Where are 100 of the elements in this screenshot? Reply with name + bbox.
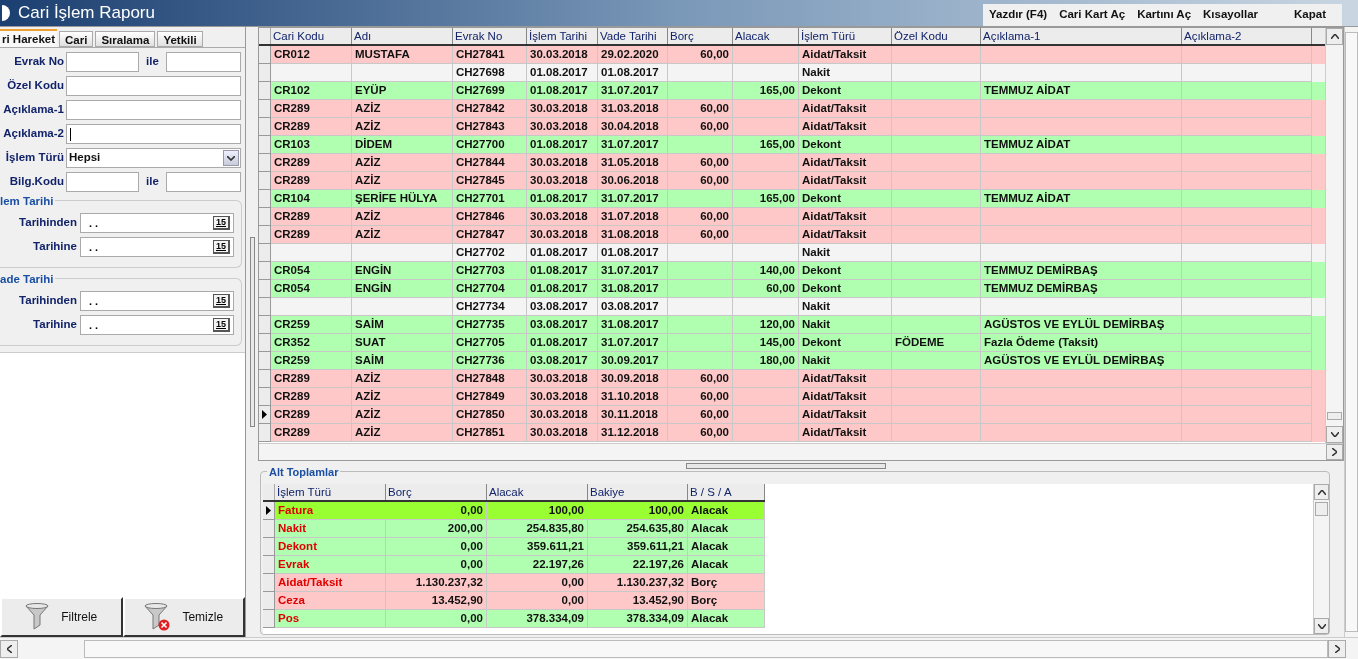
table-row[interactable]: CR104 ŞERİFE HÜLYA CH27701 01.08.2017 31.07.2017 165,00 Dekont TEMMUZ AİDAT bbox=[259, 190, 1325, 208]
table-row[interactable]: CR259 SAİM CH27735 03.08.2017 31.08.2017 120,00 Nakit AGÜSTOS VE EYLÜL DEMİRBAŞ bbox=[259, 316, 1325, 334]
calendar-button[interactable]: 15 bbox=[213, 318, 230, 332]
table-cell: 30.06.2018 bbox=[601, 174, 659, 186]
date-field[interactable]: . . 15 bbox=[80, 213, 234, 233]
table-cell: 22.197,26 bbox=[632, 558, 684, 570]
column-header[interactable]: Alacak bbox=[733, 28, 799, 44]
date-field[interactable]: . . 15 bbox=[80, 237, 234, 257]
table-cell: Dekont bbox=[278, 540, 317, 552]
table-row[interactable]: CR102 EYÜP CH27699 01.08.2017 31.07.2017 165,00 Dekont TEMMUZ AİDAT bbox=[259, 82, 1325, 100]
scroll-right-button[interactable] bbox=[1326, 444, 1343, 460]
column-header[interactable]: Cari Kodu bbox=[271, 28, 352, 44]
scroll-up-button[interactable] bbox=[1314, 484, 1329, 500]
input-field[interactable] bbox=[66, 52, 139, 72]
calendar-button[interactable]: 15 bbox=[213, 216, 230, 230]
date-field[interactable]: . . 15 bbox=[80, 315, 234, 335]
table-row[interactable]: CR054 ENGİN CH27704 01.08.2017 31.08.2017 60,00 Dekont TEMMUZ DEMİRBAŞ bbox=[259, 280, 1325, 298]
dropdown[interactable]: Hepsi bbox=[66, 148, 241, 168]
tab[interactable]: Sıralama bbox=[95, 31, 156, 47]
input-field[interactable] bbox=[66, 100, 241, 120]
column-header[interactable]: Açıklama-1 bbox=[981, 28, 1182, 44]
table-cell: CR103 bbox=[274, 138, 310, 150]
scroll-down-button[interactable] bbox=[1314, 618, 1329, 634]
menu-item[interactable]: Yazdır (F4) bbox=[982, 5, 1054, 24]
table-row[interactable]: CR289 AZİZ CH27844 30.03.2018 31.05.2018 60,00 Aidat/Taksit bbox=[259, 154, 1325, 172]
scroll-thumb[interactable] bbox=[84, 639, 1328, 658]
column-header[interactable]: İşlem Türü bbox=[275, 484, 386, 500]
table-row[interactable]: CR289 AZİZ CH27845 30.03.2018 30.06.2018 60,00 Aidat/Taksit bbox=[259, 172, 1325, 190]
table-row[interactable]: Aidat/Taksit 1.130.237,32 0,00 1.130.237,32 Borç bbox=[263, 574, 765, 592]
column-header[interactable]: Özel Kodu bbox=[892, 28, 981, 44]
table-row[interactable]: CR352 SUAT CH27705 01.08.2017 31.07.2017 145,00 Dekont FÖDEME Fazla Ödeme (Taksit) bbox=[259, 334, 1325, 352]
input-field[interactable] bbox=[166, 172, 241, 192]
column-header[interactable]: Adı bbox=[352, 28, 453, 44]
menu-item[interactable]: Kartını Aç bbox=[1131, 5, 1198, 24]
column-header[interactable]: İşlem Türü bbox=[799, 28, 892, 44]
table-row[interactable]: CR289 AZİZ CH27848 30.03.2018 30.09.2018 60,00 Aidat/Taksit bbox=[259, 370, 1325, 388]
table-row[interactable]: CR012 MUSTAFA CH27841 30.03.2018 29.02.2020 60,00 Aidat/Taksit bbox=[259, 46, 1325, 64]
column-header[interactable]: Borç bbox=[386, 484, 487, 500]
calendar-button[interactable]: 15 bbox=[213, 294, 230, 308]
table-row[interactable]: CH27734 03.08.2017 03.08.2017 Nakit bbox=[259, 298, 1325, 316]
column-header[interactable]: Bakiye bbox=[588, 484, 688, 500]
table-row[interactable]: Evrak 0,00 22.197,26 22.197,26 Alacak bbox=[263, 556, 765, 574]
row-selector[interactable] bbox=[259, 406, 271, 424]
table-cell: 145,00 bbox=[759, 336, 795, 348]
action-button[interactable]: Filtrele bbox=[0, 597, 123, 637]
table-row[interactable]: CR289 AZİZ CH27842 30.03.2018 31.03.2018 60,00 Aidat/Taksit bbox=[259, 100, 1325, 118]
column-header[interactable]: B / S / A bbox=[688, 484, 765, 500]
column-header[interactable]: Alacak bbox=[487, 484, 588, 500]
table-row[interactable]: CR103 DİDEM CH27700 01.08.2017 31.07.2017 165,00 Dekont TEMMUZ AİDAT bbox=[259, 136, 1325, 154]
scroll-down-button[interactable] bbox=[1326, 426, 1343, 443]
table-row[interactable]: Nakit 200,00 254.835,80 254.635,80 Alacak bbox=[263, 520, 765, 538]
column-header[interactable]: Borç bbox=[668, 28, 733, 44]
table-cell: 31.05.2018 bbox=[601, 156, 659, 168]
input-field[interactable] bbox=[66, 172, 139, 192]
column-header[interactable]: Evrak No bbox=[453, 28, 527, 44]
column-header[interactable]: İşlem Tarihi bbox=[527, 28, 598, 44]
table-row[interactable]: CR289 AZİZ CH27846 30.03.2018 31.07.2018 60,00 Aidat/Taksit bbox=[259, 208, 1325, 226]
table-row[interactable]: CH27698 01.08.2017 01.08.2017 Nakit bbox=[259, 64, 1325, 82]
table-row[interactable]: Pos 0,00 378.334,09 378.334,09 Alacak bbox=[263, 610, 765, 628]
table-row[interactable]: CR289 AZİZ CH27850 30.03.2018 30.11.2018 60,00 Aidat/Taksit bbox=[259, 406, 1325, 424]
table-row[interactable]: CR289 AZİZ CH27843 30.03.2018 30.04.2018 60,00 Aidat/Taksit bbox=[259, 118, 1325, 136]
table-row[interactable]: CR259 SAİM CH27736 03.08.2017 30.09.2017 180,00 Nakit AGÜSTOS VE EYLÜL DEMİRBAŞ bbox=[259, 352, 1325, 370]
menu-item[interactable]: Kısayollar bbox=[1197, 5, 1265, 24]
splitter-handle[interactable] bbox=[249, 237, 255, 427]
table-cell: Dekont bbox=[802, 138, 841, 150]
scroll-up-button[interactable] bbox=[1326, 28, 1343, 45]
vertical-scrollbar[interactable] bbox=[1325, 28, 1343, 443]
table-row[interactable]: Fatura 0,00 100,00 100,00 Alacak bbox=[263, 502, 765, 520]
column-header[interactable]: Açıklama-2 bbox=[1182, 28, 1312, 44]
scroll-thumb[interactable] bbox=[1315, 502, 1328, 516]
vertical-scrollbar[interactable] bbox=[1313, 484, 1329, 634]
horizontal-scrollbar[interactable] bbox=[0, 637, 1358, 659]
column-header[interactable]: Vade Tarihi bbox=[598, 28, 668, 44]
input-field[interactable] bbox=[66, 76, 241, 96]
date-field[interactable]: . . 15 bbox=[80, 291, 234, 311]
input-field[interactable] bbox=[166, 52, 241, 72]
table-row[interactable]: Ceza 13.452,90 0,00 13.452,90 Borç bbox=[263, 592, 765, 610]
scroll-thumb[interactable] bbox=[1327, 412, 1342, 420]
table-cell: 60,00 bbox=[700, 228, 729, 240]
table-row[interactable]: CR289 AZİZ CH27847 30.03.2018 31.08.2018 60,00 Aidat/Taksit bbox=[259, 226, 1325, 244]
table-row[interactable]: CH27702 01.08.2017 01.08.2017 Nakit bbox=[259, 244, 1325, 262]
tab[interactable]: ri Hareket bbox=[0, 29, 58, 47]
calendar-button[interactable]: 15 bbox=[213, 240, 230, 254]
table-row[interactable]: CR289 AZİZ CH27851 30.03.2018 31.12.2018 60,00 Aidat/Taksit bbox=[259, 424, 1325, 442]
input-field[interactable] bbox=[66, 124, 241, 144]
scroll-right-button[interactable] bbox=[1328, 639, 1346, 658]
tab[interactable]: Yetkili bbox=[157, 31, 203, 47]
menu-item[interactable]: Cari Kart Aç bbox=[1053, 5, 1132, 24]
table-row[interactable]: CR289 AZİZ CH27849 30.03.2018 31.10.2018 60,00 Aidat/Taksit bbox=[259, 388, 1325, 406]
splitter-handle[interactable] bbox=[686, 463, 886, 469]
table-cell: 60,00 bbox=[700, 390, 729, 402]
table-row[interactable]: Dekont 0,00 359.611,21 359.611,21 Alacak bbox=[263, 538, 765, 556]
tab[interactable]: Cari bbox=[59, 31, 94, 47]
row-selector[interactable] bbox=[263, 502, 275, 520]
horizontal-scrollbar[interactable] bbox=[259, 443, 1343, 460]
table-cell: AZİZ bbox=[355, 426, 381, 438]
table-row[interactable]: CR054 ENGİN CH27703 01.08.2017 31.07.2017 140,00 Dekont TEMMUZ DEMİRBAŞ bbox=[259, 262, 1325, 280]
scroll-left-button[interactable] bbox=[0, 639, 18, 658]
action-button[interactable]: Temizle bbox=[122, 597, 245, 637]
menu-item[interactable]: Kapat bbox=[1264, 5, 1326, 24]
